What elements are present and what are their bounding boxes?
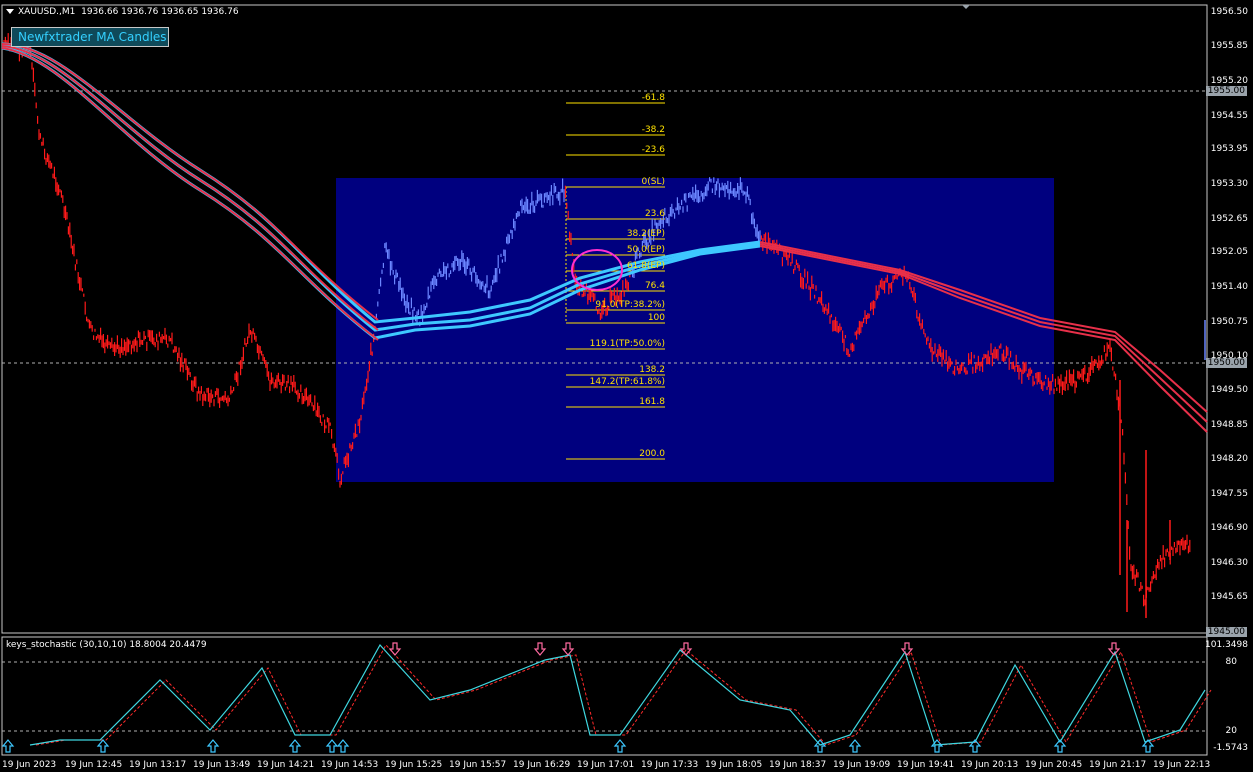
price-axis-label: 1952.05: [1210, 247, 1248, 257]
time-axis-label: 19 Jun 21:17: [1089, 760, 1147, 770]
chart-header: XAUUSD.,M1 1936.66 1936.76 1936.65 1936.…: [6, 7, 239, 17]
fib-label: -61.8: [641, 93, 665, 103]
price-axis-label: 1954.55: [1210, 111, 1248, 121]
time-axis-label: 19 Jun 18:37: [769, 760, 827, 770]
fib-label: 161.8: [639, 397, 665, 407]
price-axis-label: 1955.20: [1210, 76, 1248, 86]
arrow-up-icon: [325, 739, 339, 753]
time-axis-label: 19 Jun 17:33: [641, 760, 699, 770]
time-axis-label: 19 Jun 20:13: [961, 760, 1019, 770]
fib-label: -23.6: [641, 145, 665, 155]
arrow-up-icon: [288, 739, 302, 753]
fib-label: 50.0(EP): [626, 245, 665, 255]
fib-label: 61.8(EP): [626, 261, 665, 271]
time-axis-label: 19 Jun 20:45: [1025, 760, 1083, 770]
fib-label: 100: [647, 313, 665, 323]
arrow-up-icon: [206, 739, 220, 753]
chart-menu-triangle-icon[interactable]: [6, 9, 14, 14]
indicator-axis-label: -1.5743: [1213, 743, 1248, 753]
time-axis-label: 19 Jun 14:53: [321, 760, 379, 770]
trade-zone-rectangle[interactable]: [336, 178, 1054, 482]
fib-label: 23.6: [644, 209, 665, 219]
indicator-axis-label: 80: [1225, 657, 1237, 667]
price-axis-label: 1953.30: [1210, 179, 1248, 189]
price-axis-label: 1953.95: [1210, 144, 1248, 154]
time-axis-label: 19 Jun 17:01: [577, 760, 635, 770]
price-axis-label: 1952.65: [1210, 214, 1248, 224]
time-axis-label: 19 Jun 16:29: [513, 760, 571, 770]
price-axis-label: 1956.50: [1210, 7, 1248, 17]
time-axis-label: 19 Jun 12:45: [65, 760, 123, 770]
fib-label: 138.2: [639, 365, 665, 375]
indicator-frame: [1, 636, 1208, 756]
arrow-up-icon: [613, 739, 627, 753]
price-axis-label: 1955.85: [1210, 41, 1248, 51]
price-badge-1950[interactable]: 1950.00: [1205, 358, 1247, 368]
chart-shift-marker[interactable]: [962, 5, 970, 9]
price-axis-label: 1946.30: [1210, 558, 1248, 568]
arrow-up-icon: [96, 739, 110, 753]
arrow-up-icon: [336, 739, 350, 753]
time-axis-label: 19 Jun 19:41: [897, 760, 955, 770]
price-axis-label: 1945.65: [1210, 592, 1248, 602]
price-badge-1955[interactable]: 1955.00: [1205, 86, 1247, 96]
arrow-up-icon: [848, 739, 862, 753]
fib-label: 0(SL): [641, 177, 665, 187]
price-axis-label: 1946.90: [1210, 523, 1248, 533]
price-axis-label: 1947.55: [1210, 489, 1248, 499]
indicator-title: keys_stochastic (30,10,10) 18.8004 20.44…: [6, 640, 207, 650]
stoch-arrows: [1, 642, 1155, 753]
time-axis-label: 19 Jun 13:49: [193, 760, 251, 770]
arrow-down-icon: [561, 642, 575, 656]
fib-label: -38.2: [641, 125, 665, 135]
fib-label: 91.0(TP:38.2%): [595, 300, 665, 310]
price-axis-label: 1948.20: [1210, 454, 1248, 464]
time-axis-label: 19 Jun 22:13: [1153, 760, 1211, 770]
price-axis-label: 1950.75: [1210, 317, 1248, 327]
fib-label: 119.1(TP:50.0%): [589, 339, 665, 349]
fib-label: 147.2(TP:61.8%): [589, 377, 665, 387]
ma-candles-button[interactable]: Newfxtrader MA Candles: [11, 27, 169, 47]
arrow-down-icon: [388, 642, 402, 656]
indicator-axis-label: 20: [1225, 726, 1237, 736]
arrow-down-icon: [533, 642, 547, 656]
indicator-axis-label: 101.3498: [1205, 640, 1248, 650]
time-axis-label: 19 Jun 15:57: [449, 760, 507, 770]
price-axis-label: 1951.40: [1210, 282, 1248, 292]
time-axis-label: 19 Jun 14:21: [257, 760, 315, 770]
time-axis-label: 19 Jun 2023: [2, 760, 57, 770]
time-axis-label: 19 Jun 13:17: [129, 760, 187, 770]
arrow-up-icon: [1, 739, 15, 753]
time-axis-label: 19 Jun 18:05: [705, 760, 763, 770]
fib-label: 38.2(EP): [626, 229, 665, 239]
price-axis-label: 1949.50: [1210, 385, 1248, 395]
time-axis-label: 19 Jun 19:09: [833, 760, 891, 770]
price-badge-1945[interactable]: 1945.00: [1205, 627, 1247, 637]
time-axis-label: 19 Jun 15:25: [385, 760, 443, 770]
chart-ohlc: 1936.66 1936.76 1936.65 1936.76: [81, 7, 239, 17]
chart-symbol: XAUUSD.,M1: [18, 7, 76, 17]
fib-label: 200.0: [639, 449, 665, 459]
stoch-main-line: [29, 643, 1206, 746]
fib-label: 76.4: [644, 281, 665, 291]
price-axis-label: 1948.85: [1210, 420, 1248, 430]
